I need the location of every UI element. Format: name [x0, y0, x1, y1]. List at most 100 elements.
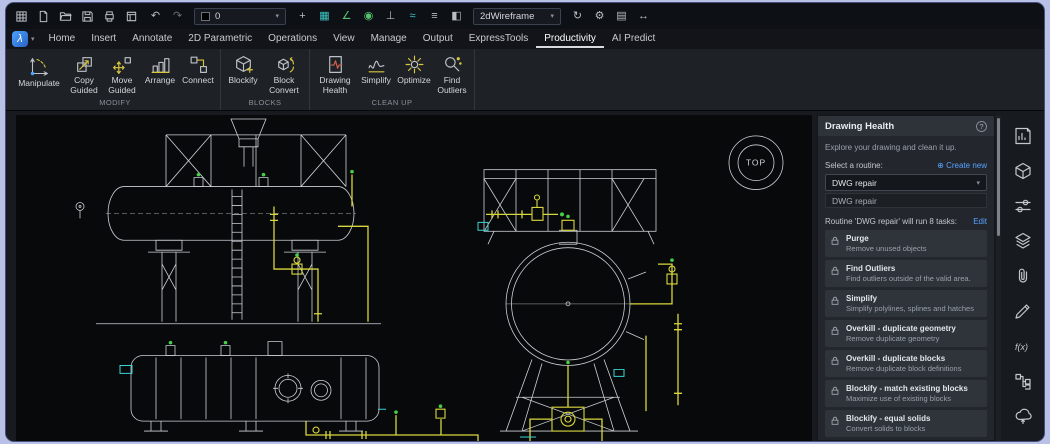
- open-file-icon[interactable]: [58, 9, 73, 24]
- task-name: Simplify: [846, 294, 878, 303]
- right-rect-tank[interactable]: [477, 169, 657, 245]
- parameters-panel-icon[interactable]: f(x): [1010, 333, 1036, 359]
- annotate-panel-icon[interactable]: [1010, 298, 1036, 324]
- report-panel-icon[interactable]: [1010, 123, 1036, 149]
- routine-select-value: DWG repair: [832, 177, 877, 188]
- app-window: ↶ ↷ 0 ▾ + ▦ ∠ ◉ ⊥ ≈ ≡ ◧ 2dWireframe ▾ ↻ …: [5, 2, 1045, 442]
- tab-expresstools[interactable]: ExpressTools: [461, 30, 536, 48]
- task-purge[interactable]: Purge Remove unused objects: [825, 230, 987, 257]
- attachments-panel-icon[interactable]: [1010, 263, 1036, 289]
- manipulate-button[interactable]: Manipulate: [13, 52, 65, 89]
- task-overkill-blocks[interactable]: Overkill - duplicate blocks Remove dupli…: [825, 350, 987, 377]
- routine-select[interactable]: DWG repair ▾: [825, 174, 987, 191]
- tab-productivity[interactable]: Productivity: [536, 30, 604, 48]
- ribbon: Manipulate Copy Guided Move Guided Arran…: [6, 49, 1044, 111]
- blockify-button[interactable]: Blockify: [224, 52, 262, 86]
- tab-manage[interactable]: Manage: [363, 30, 415, 48]
- ribbon-group-blocks: Blockify Block Convert BLOCKS: [221, 49, 310, 110]
- ladder[interactable]: [231, 189, 243, 320]
- redraw-icon[interactable]: ↻: [570, 9, 585, 24]
- spline-icon[interactable]: ≈: [405, 9, 420, 24]
- drawing-health-panel: Drawing Health ? Explore your drawing an…: [817, 115, 995, 441]
- redo-icon[interactable]: ↷: [170, 9, 185, 24]
- block-convert-button[interactable]: Block Convert: [262, 52, 306, 95]
- osnap-icon[interactable]: ◉: [361, 9, 376, 24]
- find-outliers-button[interactable]: Find Outliers: [433, 52, 471, 95]
- piping-lower-left[interactable]: [305, 404, 479, 441]
- connect-button[interactable]: Connect: [179, 52, 217, 86]
- move-guided-button[interactable]: Move Guided: [103, 52, 141, 95]
- ortho-icon[interactable]: ⊥: [383, 9, 398, 24]
- panel-scrollbar[interactable]: [996, 115, 1001, 441]
- routine-option[interactable]: DWG repair: [825, 193, 987, 208]
- tab-2d-parametric[interactable]: 2D Parametric: [180, 30, 260, 48]
- tab-output[interactable]: Output: [415, 30, 461, 48]
- plot-icon[interactable]: [124, 9, 139, 24]
- task-find-outliers[interactable]: Find Outliers Find outliers outside of t…: [825, 260, 987, 287]
- lock-icon: [831, 386, 839, 395]
- scrollbar-thumb[interactable]: [997, 118, 1000, 236]
- tab-view[interactable]: View: [325, 30, 363, 48]
- tasks-header: Routine 'DWG repair' will run 8 tasks:: [825, 217, 957, 226]
- upper-horizontal-tank[interactable]: [75, 172, 381, 325]
- print-icon[interactable]: [102, 9, 117, 24]
- task-blockify-solids[interactable]: Blockify - equal solids Convert solids t…: [825, 410, 987, 437]
- simplify-button[interactable]: Simplify: [357, 52, 395, 86]
- find-outliers-icon: [444, 57, 462, 72]
- task-desc: Remove duplicate geometry: [846, 334, 940, 343]
- piping-right-side[interactable]: [613, 258, 682, 412]
- structure-panel-icon[interactable]: [1010, 368, 1036, 394]
- task-overkill-geometry[interactable]: Overkill - duplicate geometry Remove dup…: [825, 320, 987, 347]
- piping-upper-left[interactable]: [270, 169, 369, 322]
- panel-title: Drawing Health: [825, 120, 895, 132]
- simplify-label: Simplify: [361, 75, 391, 85]
- layer-combo[interactable]: 0 ▾: [194, 7, 286, 25]
- angle-icon[interactable]: ∠: [339, 9, 354, 24]
- arrange-icon: [151, 58, 169, 73]
- tab-home[interactable]: Home: [41, 30, 84, 48]
- structure-top-left[interactable]: [165, 118, 347, 187]
- simplify-icon: [368, 60, 384, 73]
- chevron-down-icon[interactable]: ▾: [31, 35, 35, 43]
- create-new-link[interactable]: ⊕ Create new: [937, 161, 987, 170]
- optimize-button[interactable]: Optimize: [395, 52, 433, 86]
- task-simplify[interactable]: Simplify Simplify polylines, splines and…: [825, 290, 987, 317]
- tab-annotate[interactable]: Annotate: [124, 30, 180, 48]
- arrange-button[interactable]: Arrange: [141, 52, 179, 86]
- grid-icon[interactable]: ▦: [317, 9, 332, 24]
- layers-panel-icon[interactable]: [1010, 228, 1036, 254]
- edit-link[interactable]: Edit: [973, 217, 987, 226]
- help-icon[interactable]: ?: [976, 120, 987, 132]
- tab-ai-predict[interactable]: AI Predict: [604, 30, 663, 48]
- layout-icon[interactable]: ▤: [614, 9, 629, 24]
- model-panel-icon[interactable]: [1010, 158, 1036, 184]
- group-label-blocks: BLOCKS: [248, 98, 282, 107]
- vessel-skirt[interactable]: [500, 359, 638, 432]
- view-style-combo[interactable]: 2dWireframe ▾: [473, 7, 561, 25]
- settings-gear-icon[interactable]: ⚙: [592, 9, 607, 24]
- find-outliers-label: Find Outliers: [437, 75, 467, 95]
- tab-operations[interactable]: Operations: [260, 30, 325, 48]
- lower-horizontal-tank[interactable]: [119, 340, 386, 432]
- drawing-canvas[interactable]: TOP: [16, 115, 812, 441]
- fullscreen-icon[interactable]: ↔: [636, 9, 651, 24]
- task-blockify-match[interactable]: Blockify - match existing blocks Maximiz…: [825, 380, 987, 407]
- optimize-icon: [405, 55, 423, 74]
- app-grid-icon[interactable]: [14, 9, 29, 24]
- drawing-health-button[interactable]: Drawing Health: [313, 52, 357, 95]
- view-cube[interactable]: TOP: [728, 135, 784, 190]
- save-icon[interactable]: [80, 9, 95, 24]
- vertical-vessel[interactable]: [505, 214, 647, 366]
- cloud-sync-panel-icon[interactable]: [1010, 403, 1036, 429]
- copy-guided-button[interactable]: Copy Guided: [65, 52, 103, 95]
- properties-panel-icon[interactable]: [1010, 193, 1036, 219]
- piping-right-top[interactable]: [486, 194, 564, 221]
- new-file-icon[interactable]: [36, 9, 51, 24]
- tab-insert[interactable]: Insert: [83, 30, 124, 48]
- undo-icon[interactable]: ↶: [148, 9, 163, 24]
- transparency-icon[interactable]: ◧: [449, 9, 464, 24]
- app-logo[interactable]: λ: [12, 31, 28, 47]
- crosshair-icon[interactable]: +: [295, 9, 310, 24]
- group-label-clean-up: CLEAN UP: [371, 98, 413, 107]
- lineweight-icon[interactable]: ≡: [427, 9, 442, 24]
